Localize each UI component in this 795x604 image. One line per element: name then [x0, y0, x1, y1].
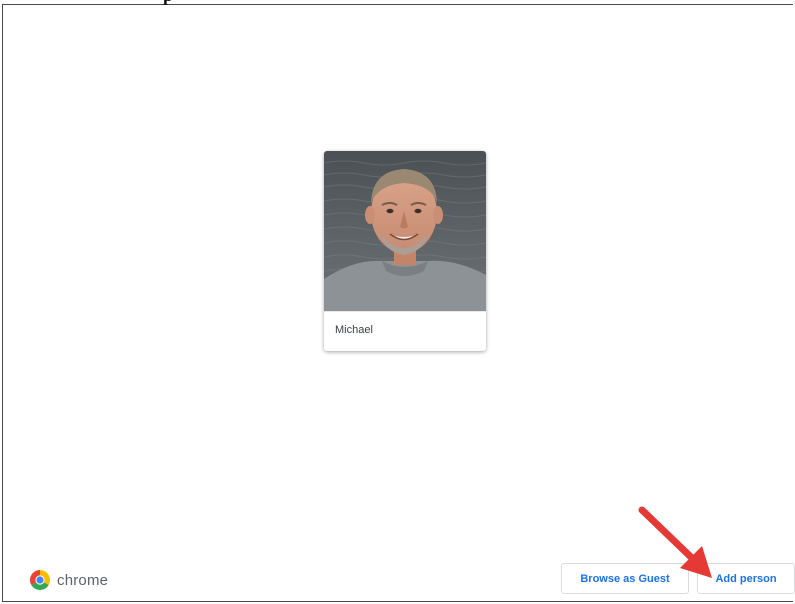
- add-person-button[interactable]: Add person: [697, 563, 795, 594]
- chrome-branding: chrome: [30, 570, 108, 590]
- cropped-heading-text: p: [163, 0, 173, 7]
- chrome-logo-icon: [30, 570, 50, 590]
- profile-name: Michael: [335, 324, 373, 336]
- profile-name-bar: Michael: [324, 311, 486, 351]
- cropped-heading-glyph: p: [163, 0, 173, 4]
- profile-card-michael[interactable]: Michael: [324, 151, 486, 351]
- browse-as-guest-button[interactable]: Browse as Guest: [561, 563, 689, 594]
- profile-picker-page: p: [0, 0, 795, 604]
- profile-avatar-photo: [324, 151, 486, 311]
- chrome-wordmark: chrome: [57, 571, 109, 589]
